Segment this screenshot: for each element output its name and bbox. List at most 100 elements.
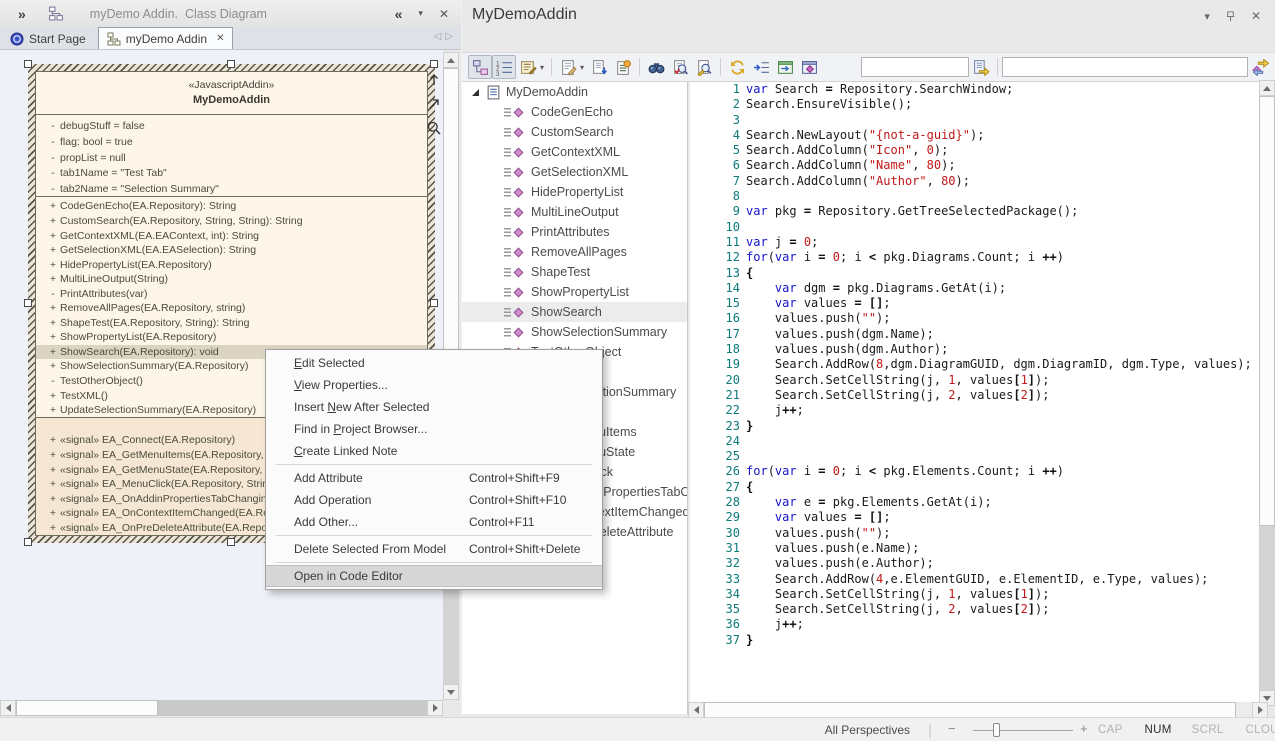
model-view-icon[interactable] — [797, 55, 821, 79]
code-line[interactable]: 25 — [690, 449, 1259, 464]
scroll-down-button[interactable] — [443, 684, 459, 700]
perspective-selector[interactable]: All Perspectives — [770, 723, 910, 737]
horizontal-scrollbar-thumb[interactable] — [16, 700, 158, 716]
menu-item-view-properties[interactable]: View Properties... — [266, 374, 602, 396]
operation-row[interactable]: +GetSelectionXML(EA.EASelection): String — [36, 243, 427, 258]
properties-form-icon[interactable] — [516, 55, 540, 79]
tree-item-customsearch[interactable]: CustomSearch — [462, 122, 687, 142]
code-line[interactable]: 2Search.EnsureVisible(); — [690, 97, 1259, 112]
move-up-icon[interactable] — [424, 68, 443, 92]
toggle-cloud[interactable]: CLOUD — [1246, 724, 1275, 736]
toggle-scrl[interactable]: SCRL — [1192, 724, 1224, 736]
code-line[interactable]: 12for(var i = 0; i < pkg.Diagrams.Count;… — [690, 250, 1259, 265]
attribute-row[interactable]: -tab1Name = "Test Tab" — [36, 166, 427, 182]
resize-handle[interactable] — [227, 60, 235, 68]
code-line[interactable]: 5Search.AddColumn("Icon", 0); — [690, 143, 1259, 158]
tree-item-codegenecho[interactable]: CodeGenEcho — [462, 102, 687, 122]
menu-item-open-in-code-editor[interactable]: Open in Code Editor — [266, 565, 602, 587]
filter-apply-icon[interactable] — [969, 55, 993, 79]
zoom-in-button[interactable]: + — [1080, 721, 1088, 736]
class-header[interactable]: «JavascriptAddin» MyDemoAddin — [36, 72, 427, 114]
scroll-up-button[interactable] — [443, 52, 459, 68]
resize-handle[interactable] — [430, 60, 438, 68]
search-annotate-icon[interactable] — [692, 55, 716, 79]
code-line[interactable]: 3 — [690, 113, 1259, 128]
code-line[interactable]: 23} — [690, 419, 1259, 434]
import-doc-icon[interactable] — [587, 55, 611, 79]
code-line[interactable]: 7Search.AddColumn("Author", 80); — [690, 174, 1259, 189]
scroll-right-button[interactable] — [1252, 702, 1268, 718]
code-line[interactable]: 18 values.push(dgm.Author); — [690, 342, 1259, 357]
zoom-out-button[interactable]: − — [948, 721, 956, 736]
code-editor[interactable]: 1var Search = Repository.SearchWindow;2S… — [690, 82, 1259, 702]
horizontal-scrollbar-thumb[interactable] — [704, 702, 1236, 718]
code-line[interactable]: 33 Search.AddRow(4,e.ElementGUID, e.Elem… — [690, 572, 1259, 587]
code-line[interactable]: 29 var values = []; — [690, 510, 1259, 525]
resize-handle[interactable] — [227, 538, 235, 546]
code-line[interactable]: 1var Search = Repository.SearchWindow; — [690, 82, 1259, 97]
operation-row[interactable]: -PrintAttributes(var) — [36, 286, 427, 301]
code-line[interactable]: 27{ — [690, 480, 1259, 495]
tab-mydemo-addin[interactable]: myDemo Addin ✕ — [98, 27, 234, 49]
code-line[interactable]: 37} — [690, 633, 1259, 648]
operation-row[interactable]: +GetContextXML(EA.EAContext, int): Strin… — [36, 228, 427, 243]
code-line[interactable]: 31 values.push(e.Name); — [690, 541, 1259, 556]
goto-line-icon[interactable] — [749, 55, 773, 79]
tree-item-removeallpages[interactable]: RemoveAllPages — [462, 242, 687, 262]
find-binoculars-icon[interactable] — [644, 55, 668, 79]
code-line[interactable]: 13{ — [690, 266, 1259, 281]
toggle-num[interactable]: NUM — [1145, 724, 1172, 736]
collapse-triangle-icon[interactable] — [472, 89, 479, 96]
sync-options-icon[interactable] — [1248, 55, 1272, 79]
tree-item-printattributes[interactable]: PrintAttributes — [462, 222, 687, 242]
code-line[interactable]: 30 values.push(""); — [690, 526, 1259, 541]
zoom-slider-thumb[interactable] — [993, 723, 1000, 737]
tree-item-showpropertylist[interactable]: ShowPropertyList — [462, 282, 687, 302]
code-line[interactable]: 35 Search.SetCellString(j, 2, values[2])… — [690, 602, 1259, 617]
tab-start-page[interactable]: Start Page — [2, 28, 94, 49]
attribute-row[interactable]: -flag: bool = true — [36, 134, 427, 150]
search-doc-icon[interactable] — [668, 55, 692, 79]
script-note-icon[interactable] — [611, 55, 635, 79]
menu-item-find-in-project-browser[interactable]: Find in Project Browser... — [266, 418, 602, 440]
code-line[interactable]: 19 Search.AddRow(8,dgm.DiagramGUID, dgm.… — [690, 357, 1259, 372]
tab-scroll-arrows[interactable]: ◁▷ — [434, 31, 457, 42]
close-window-icon[interactable]: ✕ — [439, 7, 449, 21]
resize-handle[interactable] — [430, 299, 438, 307]
window-menu-icon[interactable]: ▾ — [1204, 10, 1210, 23]
operation-row[interactable]: +MultiLineOutput(String) — [36, 272, 427, 287]
code-line[interactable]: 32 values.push(e.Author); — [690, 556, 1259, 571]
attribute-row[interactable]: -debugStuff = false — [36, 118, 427, 134]
tree-item-getcontextxml[interactable]: GetContextXML — [462, 142, 687, 162]
tree-item-getselectionxml[interactable]: GetSelectionXML — [462, 162, 687, 182]
scroll-up-button[interactable] — [1259, 80, 1275, 96]
operation-row[interactable]: +ShowPropertyList(EA.Repository) — [36, 330, 427, 345]
code-line[interactable]: 21 Search.SetCellString(j, 2, values[2])… — [690, 388, 1259, 403]
code-line[interactable]: 17 values.push(dgm.Name); — [690, 327, 1259, 342]
tree-root-mydemoaddin[interactable]: MyDemoAddin — [462, 82, 687, 102]
code-line[interactable]: 16 values.push(""); — [690, 311, 1259, 326]
zoom-slider[interactable] — [973, 730, 1073, 731]
operation-row[interactable]: +CodeGenEcho(EA.Repository): String — [36, 199, 427, 214]
code-line[interactable]: 15 var values = []; — [690, 296, 1259, 311]
code-line[interactable]: 9var pkg = Repository.GetTreeSelectedPac… — [690, 204, 1259, 219]
code-line[interactable]: 28 var e = pkg.Elements.GetAt(i); — [690, 495, 1259, 510]
scroll-right-button[interactable] — [427, 700, 443, 716]
attribute-row[interactable]: -propList = null — [36, 150, 427, 166]
edit-note-icon[interactable] — [556, 55, 580, 79]
refresh-source-icon[interactable] — [725, 55, 749, 79]
scroll-left-button[interactable] — [688, 702, 704, 718]
menu-item-delete-selected-from-model[interactable]: Delete Selected From ModelControl+Shift+… — [266, 538, 602, 560]
menu-item-add-operation[interactable]: Add OperationControl+Shift+F10 — [266, 489, 602, 511]
code-line[interactable]: 26for(var i = 0; i < pkg.Elements.Count;… — [690, 464, 1259, 479]
code-line[interactable]: 14 var dgm = pkg.Diagrams.GetAt(i); — [690, 281, 1259, 296]
window-menu-icon[interactable]: ▾ — [418, 8, 423, 19]
tree-item-hidepropertylist[interactable]: HidePropertyList — [462, 182, 687, 202]
close-window-icon[interactable]: ✕ — [1251, 9, 1261, 23]
collapse-panel-icon[interactable]: « — [395, 6, 403, 22]
menu-item-add-other[interactable]: Add Other...Control+F11 — [266, 511, 602, 533]
numbered-list-icon[interactable]: 123 — [492, 55, 516, 79]
menu-item-insert-new-after-selected[interactable]: Insert New After Selected — [266, 396, 602, 418]
compare-window-icon[interactable] — [773, 55, 797, 79]
menu-item-create-linked-note[interactable]: Create Linked Note — [266, 440, 602, 462]
